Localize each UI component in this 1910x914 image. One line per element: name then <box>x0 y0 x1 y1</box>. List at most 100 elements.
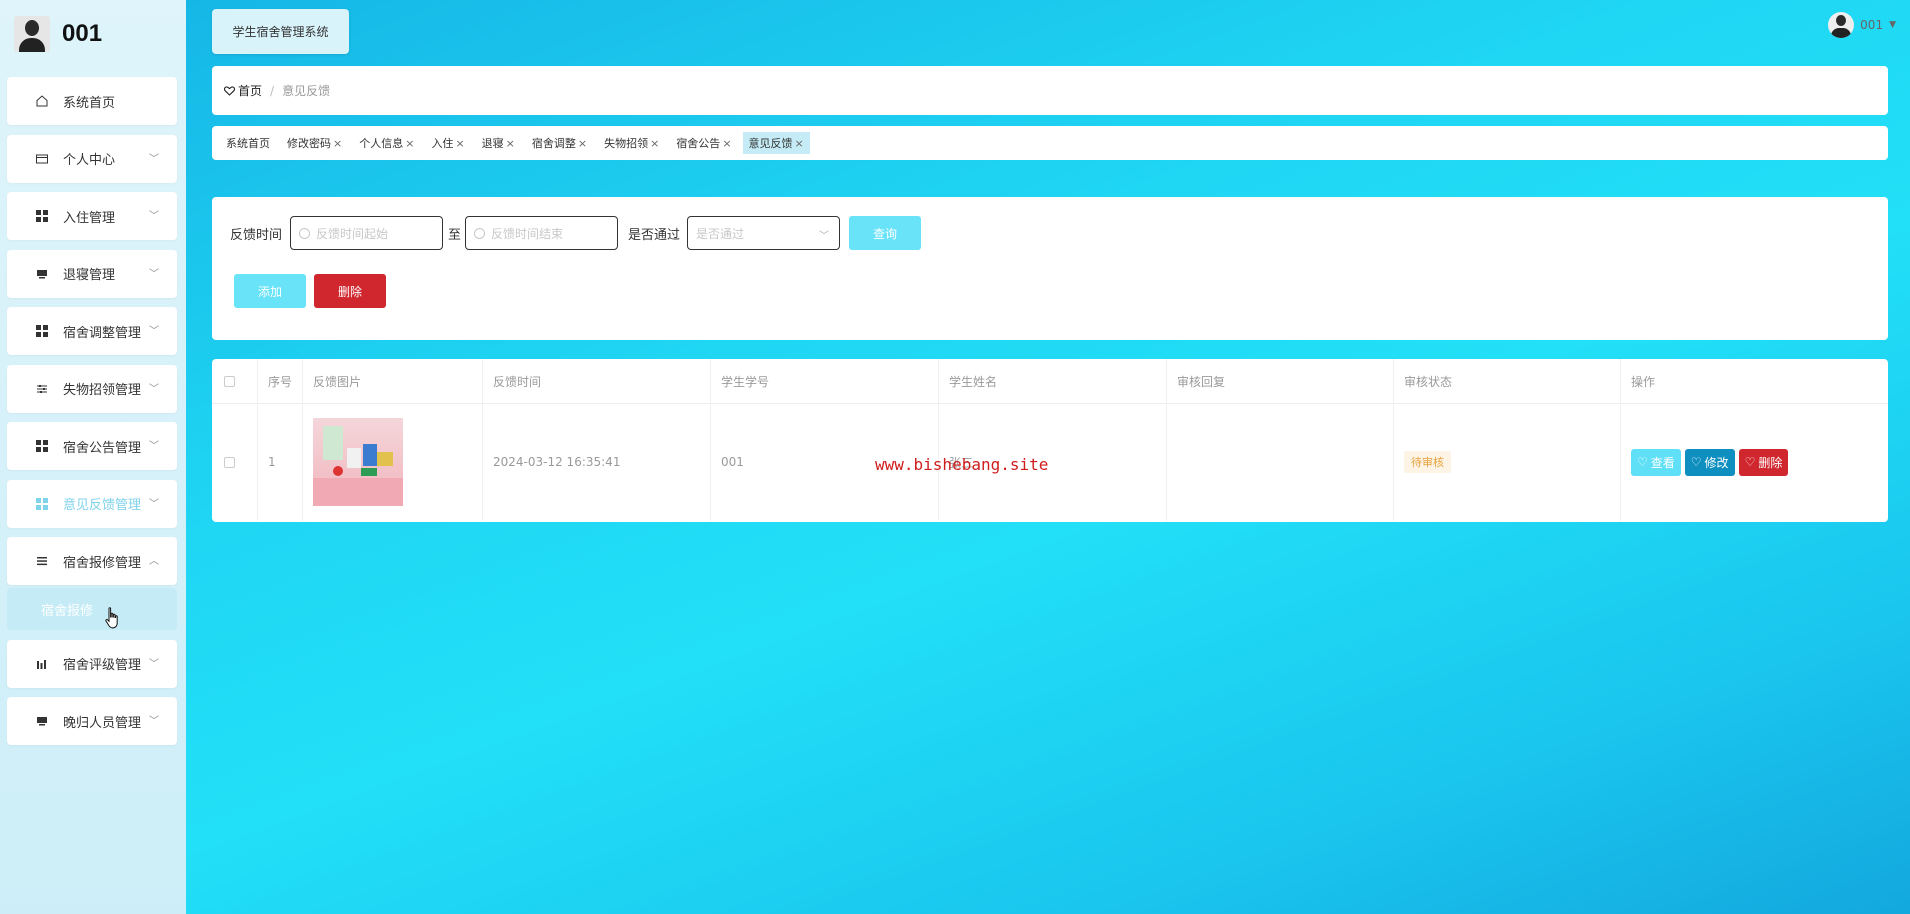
feedback-image[interactable] <box>313 418 403 506</box>
sidebar-item-label: 失物招领管理 <box>63 383 142 398</box>
home-icon <box>35 94 49 108</box>
sidebar-item-announcement[interactable]: 宿舍公告管理 ﹀ <box>7 422 177 470</box>
start-placeholder: 反馈时间起始 <box>316 226 389 241</box>
monitor-icon <box>35 267 49 281</box>
add-button[interactable]: 添加 <box>234 274 306 308</box>
header-status: 审核状态 <box>1393 359 1620 403</box>
sidebar-item-label: 意见反馈管理 <box>63 498 142 513</box>
header-student-name: 学生姓名 <box>938 359 1166 403</box>
chevron-down-icon: ﹀ <box>149 658 159 670</box>
sidebar-item-dorm-adjust[interactable]: 宿舍调整管理 ﹀ <box>7 307 177 355</box>
tag-label: 个人信息 <box>359 137 404 150</box>
close-icon[interactable]: × <box>578 137 587 150</box>
tag-label: 宿舍调整 <box>531 137 576 150</box>
pass-select[interactable]: 是否通过 ﹀ <box>687 216 840 250</box>
sidebar-item-label: 晚归人员管理 <box>63 715 142 731</box>
cell-status: 待审核 <box>1393 403 1620 521</box>
chevron-down-icon: ﹀ <box>149 268 159 280</box>
close-icon[interactable]: × <box>650 137 659 150</box>
tag-checkout[interactable]: 退寝 × <box>476 132 521 154</box>
tag-label: 修改密码 <box>287 137 331 150</box>
delete-button[interactable]: 删除 <box>314 274 386 308</box>
chevron-down-icon: ﹀ <box>149 383 159 395</box>
breadcrumb-separator: / <box>270 83 275 98</box>
user-menu[interactable]: 001 ▼ <box>1828 12 1896 38</box>
tag-dorm-adjust[interactable]: 宿舍调整 × <box>526 132 593 154</box>
submenu-item-label: 宿舍报修 <box>41 603 94 619</box>
chevron-down-icon: ﹀ <box>149 326 159 337</box>
breadcrumb-home[interactable]: 首页 <box>224 82 262 99</box>
row-checkbox[interactable] <box>224 456 235 468</box>
select-all-checkbox[interactable] <box>224 375 235 387</box>
sidebar-item-checkin[interactable]: 入住管理 ﹀ <box>7 192 177 240</box>
heart-icon: ♡ <box>1690 455 1702 469</box>
monitor-icon <box>35 714 49 728</box>
sliders-icon <box>35 382 49 396</box>
brand-avatar <box>14 16 50 52</box>
brand: 001 <box>14 14 102 54</box>
header-image: 反馈图片 <box>302 359 482 403</box>
sidebar-item-checkout[interactable]: 退寝管理 ﹀ <box>7 249 177 298</box>
sidebar-item-home[interactable]: 系统首页 <box>7 77 177 125</box>
tag-feedback[interactable]: 意见反馈 × <box>742 132 810 154</box>
feedback-time-end-input[interactable]: 反馈时间结束 <box>465 216 618 250</box>
sidebar-item-label: 入住管理 <box>63 210 116 226</box>
row-delete-button[interactable]: ♡ 删除 <box>1738 448 1789 476</box>
grid-icon <box>35 497 49 511</box>
card-icon <box>35 152 49 166</box>
tag-personal-info[interactable]: 个人信息 × <box>353 132 420 154</box>
sidebar-item-label: 个人中心 <box>63 153 116 168</box>
heart-icon <box>224 85 235 96</box>
sidebar-item-late-return[interactable]: 晚归人员管理 ﹀ <box>7 697 177 745</box>
search-panel: 反馈时间 反馈时间起始 至 反馈时间结束 是否通过 是否通过 ﹀ 查询 添加 删… <box>212 197 1888 340</box>
tag-label: 退寝 <box>481 137 504 150</box>
sidebar-item-label: 宿舍评级管理 <box>63 658 142 673</box>
chevron-down-icon: ﹀ <box>149 153 159 165</box>
pass-label: 是否通过 <box>628 228 681 243</box>
tag-label: 意见反馈 <box>748 137 793 150</box>
grid-icon <box>35 324 49 338</box>
tag-lost-found[interactable]: 失物招领 × <box>598 132 665 154</box>
grid-icon <box>35 209 49 223</box>
delete-label: 删除 <box>1758 455 1783 470</box>
sidebar-item-repair[interactable]: 宿舍报修管理 ︿ <box>7 537 177 585</box>
heart-icon: ♡ <box>1637 455 1648 469</box>
tag-checkin[interactable]: 入住 × <box>425 132 470 154</box>
heart-icon: ♡ <box>1744 455 1756 469</box>
feedback-time-start-input[interactable]: 反馈时间起始 <box>290 216 443 250</box>
close-icon[interactable]: × <box>722 137 731 150</box>
close-icon[interactable]: × <box>455 137 464 150</box>
bar-chart-icon <box>35 657 49 671</box>
tag-announcement[interactable]: 宿舍公告 × <box>670 132 737 154</box>
pass-placeholder: 是否通过 <box>696 226 745 241</box>
close-icon[interactable]: × <box>333 137 342 150</box>
tag-home[interactable]: 系统首页 <box>220 132 276 154</box>
clock-icon <box>474 227 485 239</box>
query-button[interactable]: 查询 <box>849 216 921 250</box>
sidebar-item-label: 宿舍公告管理 <box>63 440 142 456</box>
tag-bar: 系统首页 修改密码 × 个人信息 × 入住 × 退寝 × 宿舍调整 × 失物招领 × 宿舍公… <box>212 126 1888 160</box>
submenu-item-repair[interactable]: 宿舍报修 <box>7 588 177 630</box>
chevron-down-icon: ﹀ <box>819 231 829 242</box>
close-icon[interactable]: × <box>405 137 414 150</box>
feedback-table: 序号 反馈图片 反馈时间 学生学号 学生姓名 审核回复 审核状态 操作 1 20… <box>212 359 1888 522</box>
tag-change-password[interactable]: 修改密码 × <box>281 132 348 154</box>
range-separator: 至 <box>448 228 462 243</box>
sidebar-item-label: 退寝管理 <box>63 268 116 283</box>
view-button[interactable]: ♡ 查看 <box>1631 448 1681 476</box>
hand-cursor-icon <box>105 607 118 629</box>
close-icon[interactable]: × <box>795 137 804 150</box>
chevron-down-icon: ﹀ <box>149 498 159 510</box>
edit-button[interactable]: ♡ 修改 <box>1684 448 1735 476</box>
sidebar-item-lost-found[interactable]: 失物招领管理 ﹀ <box>7 364 177 413</box>
close-icon[interactable]: × <box>506 137 515 150</box>
chevron-down-icon: ﹀ <box>149 716 159 727</box>
sidebar-item-rating[interactable]: 宿舍评级管理 ﹀ <box>7 639 177 688</box>
view-label: 查看 <box>1650 455 1675 470</box>
sidebar-item-feedback[interactable]: 意见反馈管理 ﹀ <box>7 479 177 528</box>
header-time: 反馈时间 <box>482 359 710 403</box>
select-all-cell <box>212 359 257 403</box>
system-title[interactable]: 学生宿舍管理系统 <box>212 9 349 54</box>
sidebar-item-profile[interactable]: 个人中心 ﹀ <box>7 134 177 183</box>
edit-label: 修改 <box>1704 455 1729 470</box>
